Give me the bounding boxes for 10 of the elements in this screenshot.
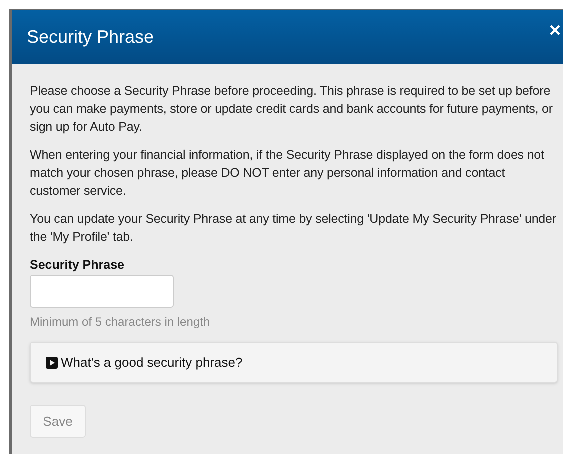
info-paragraph: Please choose a Security Phrase before proceeding. This phrase is required to be set up before you can make payments, store or update credit cards and bank accounts for future payments, or sign up for Auto Pay. xyxy=(30,83,554,136)
field-label: Security Phrase xyxy=(30,257,126,273)
dialog-title: Security Phrase xyxy=(27,26,154,49)
info-paragraph: When entering your financial information, if the Security Phrase displayed on the form does not match your chosen phrase, please DO NOT enter any personal information and contact customer service. xyxy=(30,147,546,200)
input-field[interactable] xyxy=(30,275,174,308)
close-button[interactable]: × xyxy=(549,21,561,41)
expand-icon xyxy=(46,356,58,368)
info-paragraph: You can update your Security Phrase at any time by selecting 'Update My Security Phrase' under the 'My Profile' tab. xyxy=(30,211,558,246)
help-text: Minimum of 5 characters in length xyxy=(30,314,212,330)
expander-panel[interactable]: What's a good security phrase? xyxy=(30,342,558,383)
